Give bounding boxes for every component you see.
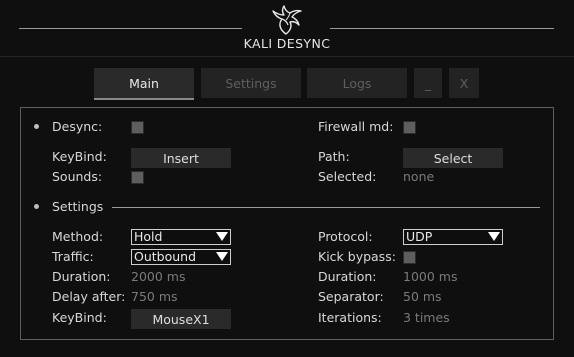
iterations-label: Iterations: — [318, 310, 382, 325]
iterations-value[interactable]: 3 times — [403, 310, 450, 325]
sounds-label: Sounds: — [52, 169, 103, 184]
section-bullet-settings — [34, 204, 39, 209]
duration2-value[interactable]: 1000 ms — [403, 269, 457, 284]
traffic-dropdown-value: Outbound — [134, 249, 197, 264]
kick-bypass-label: Kick bypass: — [318, 249, 396, 264]
protocol-dropdown-value: UDP — [406, 229, 433, 244]
path-select-button[interactable]: Select — [403, 148, 503, 168]
delay-after-value[interactable]: 750 ms — [131, 289, 178, 304]
dragon-logo-icon — [272, 5, 302, 35]
delay-after-label: Delay after: — [52, 289, 126, 304]
keybind-button[interactable]: Insert — [131, 148, 231, 168]
header-divider — [0, 56, 574, 57]
firewall-label: Firewall md: — [318, 119, 394, 134]
separator-value[interactable]: 50 ms — [403, 289, 442, 304]
settings-keybind-button[interactable]: MouseX1 — [131, 309, 231, 329]
tab-main[interactable]: Main — [94, 68, 194, 100]
section-bullet-main — [34, 124, 39, 129]
close-button[interactable]: X — [449, 68, 479, 98]
keybind-label: KeyBind: — [52, 149, 107, 164]
duration-value[interactable]: 2000 ms — [131, 269, 185, 284]
selected-label: Selected: — [318, 169, 377, 184]
minimize-button[interactable]: _ — [414, 68, 442, 98]
settings-keybind-label: KeyBind: — [52, 310, 107, 325]
traffic-label: Traffic: — [52, 249, 94, 264]
sounds-checkbox[interactable] — [131, 171, 144, 184]
dropdown-arrow-icon — [488, 232, 500, 241]
protocol-dropdown[interactable]: UDP — [403, 229, 503, 245]
method-dropdown[interactable]: Hold — [131, 229, 231, 245]
app-title: KALI DESYNC — [243, 36, 331, 51]
desync-label: Desync: — [52, 119, 103, 134]
duration2-label: Duration: — [318, 269, 377, 284]
method-dropdown-value: Hold — [134, 229, 163, 244]
settings-separator — [112, 207, 540, 208]
settings-section-title: Settings — [52, 199, 104, 214]
tab-settings[interactable]: Settings — [201, 68, 301, 98]
protocol-label: Protocol: — [318, 229, 373, 244]
tab-logs[interactable]: Logs — [307, 68, 407, 98]
main-panel — [20, 107, 554, 340]
dropdown-arrow-icon — [216, 252, 228, 261]
kick-bypass-checkbox[interactable] — [403, 251, 416, 264]
separator-label: Separator: — [318, 289, 384, 304]
method-label: Method: — [52, 229, 104, 244]
traffic-dropdown[interactable]: Outbound — [131, 249, 231, 265]
dropdown-arrow-icon — [216, 232, 228, 241]
desync-checkbox[interactable] — [131, 121, 144, 134]
duration-label: Duration: — [52, 269, 111, 284]
header-line-right — [330, 28, 554, 29]
selected-value: none — [403, 169, 435, 184]
firewall-checkbox[interactable] — [403, 121, 416, 134]
path-label: Path: — [318, 149, 350, 164]
header-line-left — [19, 28, 242, 29]
